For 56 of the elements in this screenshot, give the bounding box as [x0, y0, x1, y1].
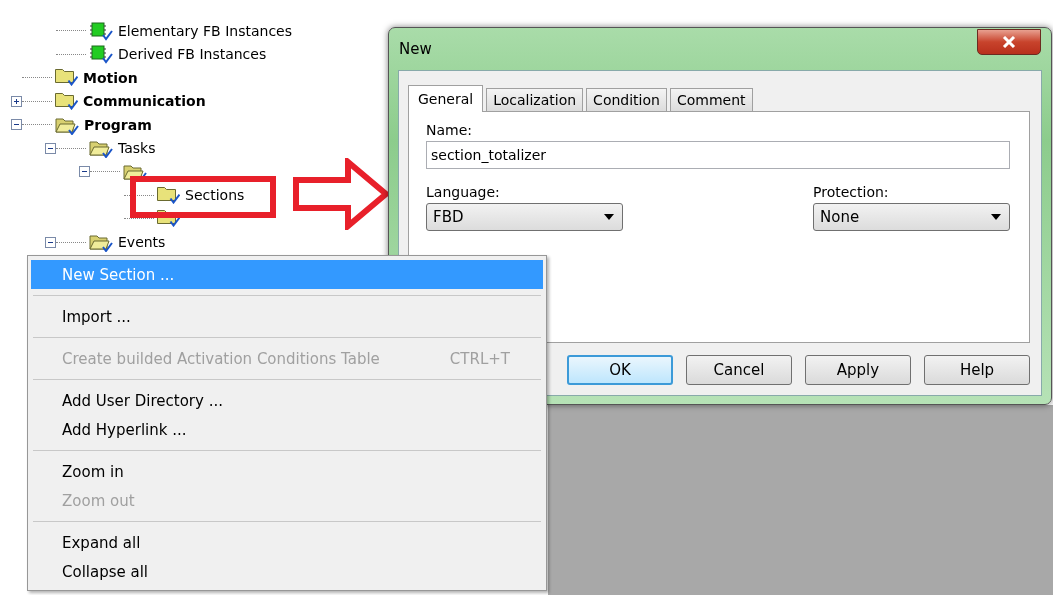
- menu-item-label: Zoom out: [62, 491, 135, 510]
- dialog-button[interactable]: OK: [567, 355, 673, 385]
- dialog-button[interactable]: Cancel: [686, 355, 792, 385]
- chip-icon: [89, 44, 113, 65]
- folder-icon: [157, 186, 180, 204]
- menu-item-label: Collapse all: [62, 562, 149, 581]
- shortcut-label: CTRL+T: [449, 349, 510, 368]
- protection-dropdown[interactable]: None: [813, 203, 1010, 231]
- tree-item[interactable]: Elementary FB Instances: [118, 22, 292, 39]
- tree-item[interactable]: Sections: [185, 187, 245, 204]
- collapse-icon[interactable]: [45, 142, 56, 154]
- dialog-button[interactable]: Apply: [805, 355, 911, 385]
- folder-icon: [157, 210, 180, 228]
- close-icon: [1002, 36, 1016, 48]
- open-folder-icon: [89, 232, 113, 253]
- tree-item[interactable]: Motion: [83, 69, 138, 86]
- dropdown-caret-icon: [991, 214, 1001, 220]
- open-folder-icon: [89, 138, 113, 159]
- expand-icon[interactable]: [11, 95, 22, 107]
- menu-item-label: Expand all: [62, 533, 141, 552]
- tab[interactable]: Comment: [669, 88, 753, 111]
- field-label: Language:: [426, 184, 501, 200]
- menu-item-label: Import ...: [62, 307, 131, 326]
- dialog-button[interactable]: Help: [924, 355, 1030, 385]
- menu-item-label: Zoom in: [62, 462, 124, 481]
- field-label: Name:: [426, 122, 474, 138]
- collapse-icon[interactable]: [45, 236, 56, 248]
- menu-item-label: Add User Directory ...: [62, 391, 223, 410]
- menu-item-label: New Section ...: [62, 265, 175, 284]
- menu-item[interactable]: Collapse all: [31, 557, 543, 586]
- chip-icon: [89, 20, 113, 41]
- tree-item[interactable]: Communication: [83, 93, 206, 110]
- name-input[interactable]: section_totalizer: [426, 141, 1010, 169]
- tree-item[interactable]: Derived FB Instances: [118, 46, 267, 63]
- tab[interactable]: Condition: [586, 88, 667, 111]
- dropdown-caret-icon: [604, 214, 614, 220]
- folder-icon: [55, 69, 78, 87]
- close-button[interactable]: [977, 29, 1041, 55]
- menu-item[interactable]: Zoom in: [31, 457, 543, 486]
- tab[interactable]: General: [408, 85, 484, 112]
- menu-item[interactable]: Expand all: [31, 528, 543, 557]
- folder-icon: [55, 92, 78, 110]
- collapse-icon[interactable]: [79, 166, 90, 178]
- menu-item[interactable]: Add Hyperlink ...: [31, 415, 543, 444]
- window-title: New: [399, 40, 432, 58]
- collapse-icon[interactable]: [11, 119, 22, 131]
- tab[interactable]: Localization: [486, 88, 584, 111]
- tree-item[interactable]: Program: [84, 116, 152, 133]
- menu-item-label: Create builded Activation Conditions Table: [62, 349, 380, 368]
- tree-item[interactable]: Tasks: [118, 140, 156, 157]
- menu-item[interactable]: Import ...: [31, 302, 543, 331]
- menu-item[interactable]: Add User Directory ...: [31, 386, 543, 415]
- tree-item[interactable]: Events: [118, 234, 166, 251]
- field-label: Protection:: [813, 184, 890, 200]
- language-dropdown[interactable]: FBD: [426, 203, 623, 231]
- menu-item-label: Add Hyperlink ...: [62, 420, 187, 439]
